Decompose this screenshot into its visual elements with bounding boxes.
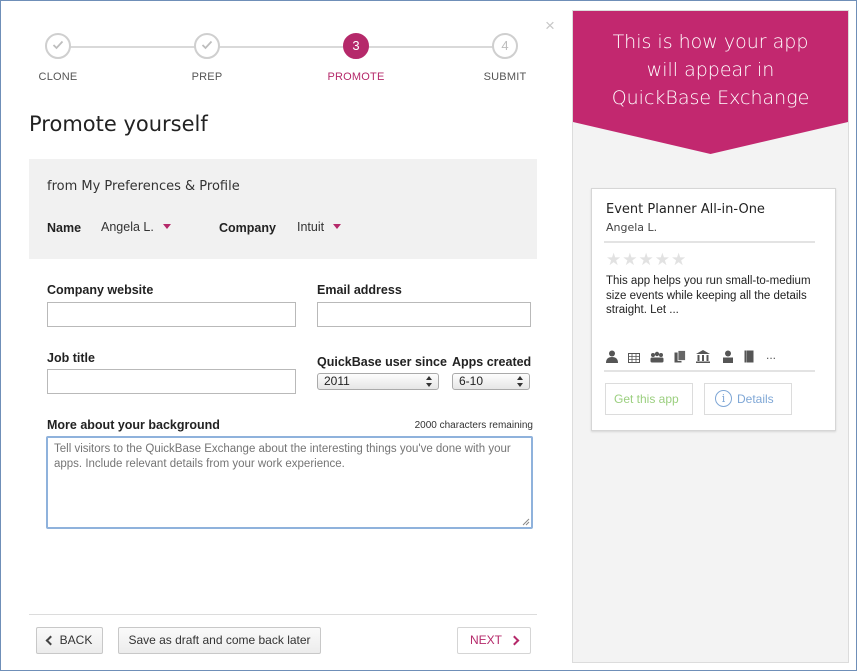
- job-title-input[interactable]: [47, 369, 296, 394]
- user-since-label: QuickBase user since: [317, 355, 447, 369]
- caret-down-icon: [162, 224, 171, 229]
- name-dropdown[interactable]: Angela L.: [101, 220, 171, 234]
- card-divider: [604, 241, 815, 243]
- company-label: Company: [219, 221, 276, 235]
- step-clone[interactable]: CLONE: [18, 33, 98, 83]
- book-icon: [744, 350, 754, 364]
- step-prep[interactable]: PREP: [167, 33, 247, 83]
- next-label: NEXT: [469, 633, 502, 647]
- banner-line: QuickBase Exchange: [611, 87, 810, 109]
- get-app-button[interactable]: Get this app: [605, 383, 693, 415]
- banner-line: will appear in: [646, 59, 775, 81]
- app-title: Event Planner All-in-One: [606, 202, 765, 217]
- details-label: Details: [737, 392, 774, 406]
- dialog-window: CLONE PREP 3 PROMOTE 4 SUBMIT × Promote …: [0, 0, 857, 671]
- app-preview-card: Event Planner All-in-One Angela L. ★★★★★…: [591, 188, 836, 431]
- company-value: Intuit: [297, 220, 325, 234]
- step-number: 4: [492, 33, 518, 59]
- preview-panel: This is how your app will appear in Quic…: [572, 10, 849, 663]
- select-arrows-icon: [517, 375, 525, 388]
- step-submit[interactable]: 4 SUBMIT: [465, 33, 545, 83]
- next-button[interactable]: NEXT: [457, 627, 531, 654]
- banner-line: This is how your app: [612, 31, 809, 53]
- select-arrows-icon: [426, 375, 434, 388]
- footer-divider: [29, 614, 537, 615]
- company-website-label: Company website: [47, 283, 154, 297]
- step-label: PROMOTE: [327, 71, 385, 83]
- step-label: PREP: [191, 71, 223, 83]
- stepper-track: [69, 46, 499, 48]
- rating-stars: ★★★★★: [606, 250, 688, 269]
- apps-created-select[interactable]: 6-10: [452, 373, 530, 390]
- card-divider: [604, 370, 815, 372]
- company-website-input[interactable]: [47, 302, 296, 327]
- step-number: 3: [343, 33, 369, 59]
- app-author: Angela L.: [606, 221, 658, 234]
- apps-created-value: 6-10: [459, 374, 484, 388]
- get-app-label: Get this app: [614, 392, 679, 406]
- person-icon: [606, 350, 618, 364]
- preferences-heading: from My Preferences & Profile: [47, 179, 240, 194]
- background-textarea[interactable]: [46, 436, 533, 529]
- step-check-icon: [45, 33, 71, 59]
- chevron-left-icon: [45, 635, 56, 646]
- app-description: This app helps you run small-to-medium s…: [606, 275, 811, 316]
- resize-grip-icon[interactable]: [522, 518, 530, 526]
- caret-down-icon: [333, 224, 342, 229]
- background-label: More about your background: [47, 418, 220, 432]
- user-since-select[interactable]: 2011: [317, 373, 439, 390]
- preferences-box: from My Preferences & Profile Name Angel…: [29, 159, 537, 259]
- step-promote[interactable]: 3 PROMOTE: [316, 33, 396, 83]
- page-title: Promote yourself: [29, 112, 208, 136]
- chevron-right-icon: [509, 635, 520, 646]
- step-check-icon: [194, 33, 220, 59]
- table-icon: [628, 350, 640, 364]
- apps-created-label: Apps created: [452, 355, 532, 369]
- back-label: BACK: [59, 633, 93, 647]
- email-label: Email address: [317, 283, 402, 297]
- banner-text: This is how your app will appear in Quic…: [573, 28, 848, 112]
- progress-stepper: CLONE PREP 3 PROMOTE 4 SUBMIT: [29, 33, 539, 93]
- back-button[interactable]: BACK: [36, 627, 103, 654]
- job-title-label: Job title: [47, 351, 95, 365]
- person-badge-icon: [722, 350, 734, 364]
- details-button[interactable]: i Details: [704, 383, 792, 415]
- name-label: Name: [47, 221, 82, 235]
- user-since-value: 2011: [324, 374, 350, 388]
- feature-icons: ...: [606, 348, 816, 364]
- company-dropdown[interactable]: Intuit: [297, 220, 342, 234]
- name-value: Angela L.: [101, 220, 154, 234]
- email-input[interactable]: [317, 302, 531, 327]
- save-draft-button[interactable]: Save as draft and come back later: [118, 627, 321, 654]
- documents-icon: [674, 350, 686, 364]
- info-icon: i: [715, 390, 732, 407]
- close-icon[interactable]: ×: [545, 16, 555, 36]
- group-icon: [650, 350, 664, 364]
- save-draft-label: Save as draft and come back later: [128, 633, 311, 647]
- step-label: CLONE: [38, 71, 78, 83]
- more-icon: ...: [766, 348, 777, 362]
- step-label: SUBMIT: [483, 71, 527, 83]
- chars-remaining: 2000 characters remaining: [414, 420, 533, 431]
- building-icon: [696, 350, 710, 364]
